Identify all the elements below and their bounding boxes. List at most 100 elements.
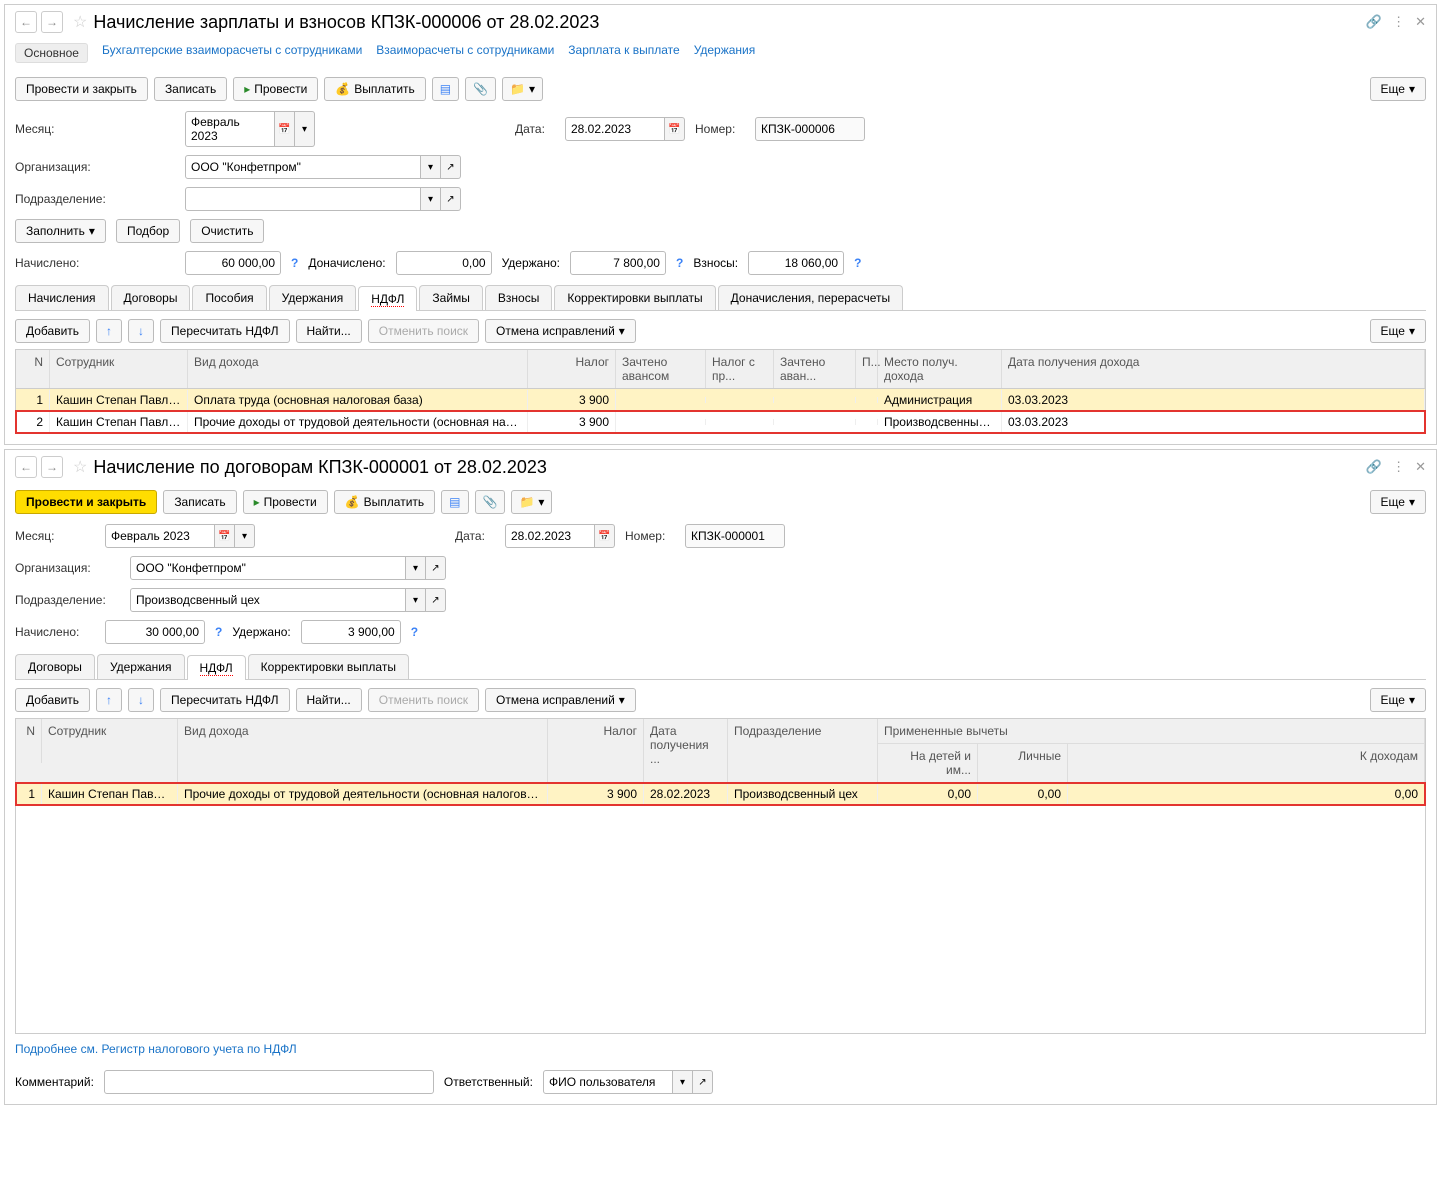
grid-more-button[interactable]: Еще ▾ [1370,319,1426,343]
ndfl-grid[interactable]: N Сотрудник Вид дохода Налог Зачтено ава… [15,349,1426,434]
save-button[interactable]: Записать [154,77,227,101]
save-button[interactable]: Записать [163,490,236,514]
tab-withhold[interactable]: Удержания [269,285,357,310]
hint-icon[interactable]: ? [676,256,683,270]
back-button[interactable]: ← [15,11,37,33]
col-tax[interactable]: Налог [548,719,644,782]
pay-button[interactable]: 💰Выплатить [324,77,425,101]
accrued-field[interactable]: 30 000,00 [105,620,205,644]
navtab-2[interactable]: Взаиморасчеты с сотрудниками [376,43,554,63]
clear-button[interactable]: Очистить [190,219,264,243]
open-icon[interactable]: ↗ [693,1070,713,1094]
col-sub-income[interactable]: К доходам [1068,744,1425,782]
stepper-icon[interactable]: ▾ [235,524,255,548]
col-place[interactable]: Место получ. дохода [878,350,1002,388]
up-button[interactable]: ↑ [96,688,122,712]
link-icon[interactable]: 🔗 [1366,459,1382,475]
col-dept[interactable]: Подразделение [728,719,878,782]
navtab-4[interactable]: Удержания [694,43,756,63]
calendar-icon[interactable]: 📅 [275,111,295,147]
col-n[interactable]: N [16,350,50,388]
hint-icon[interactable]: ? [215,625,222,639]
col-emp[interactable]: Сотрудник [50,350,188,388]
select-button[interactable]: Подбор [116,219,180,243]
comment-field[interactable] [104,1070,434,1094]
add-button[interactable]: Добавить [15,319,90,343]
resp-field[interactable]: ФИО пользователя [543,1070,673,1094]
grid-more-button[interactable]: Еще ▾ [1370,688,1426,712]
calendar-icon[interactable]: 📅 [215,524,235,548]
post-close-button[interactable]: Провести и закрыть [15,490,157,514]
date-field[interactable]: 28.02.2023 [565,117,665,141]
tab-withhold[interactable]: Удержания [97,654,185,679]
more-button[interactable]: Еще ▾ [1370,490,1426,514]
add-button[interactable]: Добавить [15,688,90,712]
hint-icon[interactable]: ? [854,256,861,270]
hint-icon[interactable]: ? [291,256,298,270]
post-button[interactable]: ▸Провести [243,490,328,514]
recalc-button[interactable]: Пересчитать НДФЛ [160,319,289,343]
col-date[interactable]: Дата получения ... [644,719,728,782]
calendar-icon[interactable]: 📅 [665,117,685,141]
col-sub-children[interactable]: На детей и им... [878,744,978,782]
col-deduct[interactable]: Примененные вычеты [878,719,1425,744]
find-button[interactable]: Найти... [296,688,362,712]
table-row[interactable]: 1Кашин Степан ПавловичОплата труда (осно… [16,389,1425,411]
dropdown-icon[interactable]: ▾ [421,155,441,179]
dropdown-icon[interactable]: ▾ [406,556,426,580]
accrued-field[interactable]: 60 000,00 [185,251,281,275]
stepper-icon[interactable]: ▾ [295,111,315,147]
withheld-field[interactable]: 7 800,00 [570,251,666,275]
table-row[interactable]: 2Кашин Степан ПавловичПрочие доходы от т… [16,411,1425,433]
contrib-field[interactable]: 18 060,00 [748,251,844,275]
tab-corr[interactable]: Корректировки выплаты [248,654,409,679]
tab-accruals[interactable]: Начисления [15,285,109,310]
open-icon[interactable]: ↗ [441,187,461,211]
report-button[interactable]: ▤ [441,490,468,514]
navtab-main[interactable]: Основное [15,43,88,63]
favorite-icon[interactable]: ☆ [73,457,87,477]
col-date[interactable]: Дата получения дохода [1002,350,1425,388]
cancel-fix-button[interactable]: Отмена исправлений ▾ [485,688,636,712]
close-icon[interactable]: ✕ [1415,459,1426,475]
forward-button[interactable]: → [41,456,63,478]
tab-contrib[interactable]: Взносы [485,285,552,310]
register-link[interactable]: Подробнее см. Регистр налогового учета п… [15,1042,297,1056]
close-icon[interactable]: ✕ [1415,14,1426,30]
col-kind[interactable]: Вид дохода [178,719,548,782]
col-p[interactable]: П... [856,350,878,388]
folder-button[interactable]: 📁 ▾ [502,77,543,101]
down-button[interactable]: ↓ [128,688,154,712]
dropdown-icon[interactable]: ▾ [673,1070,693,1094]
tab-contracts[interactable]: Договоры [15,654,95,679]
dept-field[interactable] [185,187,421,211]
tab-corr[interactable]: Корректировки выплаты [554,285,715,310]
down-button[interactable]: ↓ [128,319,154,343]
back-button[interactable]: ← [15,456,37,478]
find-button[interactable]: Найти... [296,319,362,343]
dropdown-icon[interactable]: ▾ [406,588,426,612]
open-icon[interactable]: ↗ [426,556,446,580]
post-button[interactable]: ▸Провести [233,77,318,101]
col-kind[interactable]: Вид дохода [188,350,528,388]
dept-field[interactable]: Производсвенный цех [130,588,406,612]
more-icon[interactable]: ⋮ [1392,459,1405,475]
calendar-icon[interactable]: 📅 [595,524,615,548]
hint-icon[interactable]: ? [411,625,418,639]
date-field[interactable]: 28.02.2023 [505,524,595,548]
col-tax2[interactable]: Налог с пр... [706,350,774,388]
dropdown-icon[interactable]: ▾ [421,187,441,211]
cancel-fix-button[interactable]: Отмена исправлений ▾ [485,319,636,343]
navtab-3[interactable]: Зарплата к выплате [568,43,679,63]
tab-ndfl[interactable]: НДФЛ [358,286,417,311]
col-prepaid[interactable]: Зачтено авансом [616,350,706,388]
open-icon[interactable]: ↗ [426,588,446,612]
attach-button[interactable]: 📎 [465,77,496,101]
tab-ndfl[interactable]: НДФЛ [187,655,246,680]
fill-button[interactable]: Заполнить ▾ [15,219,106,243]
org-field[interactable]: ООО "Конфетпром" [185,155,421,179]
open-icon[interactable]: ↗ [441,155,461,179]
withheld-field[interactable]: 3 900,00 [301,620,401,644]
doaccrued-field[interactable]: 0,00 [396,251,492,275]
favorite-icon[interactable]: ☆ [73,12,87,32]
